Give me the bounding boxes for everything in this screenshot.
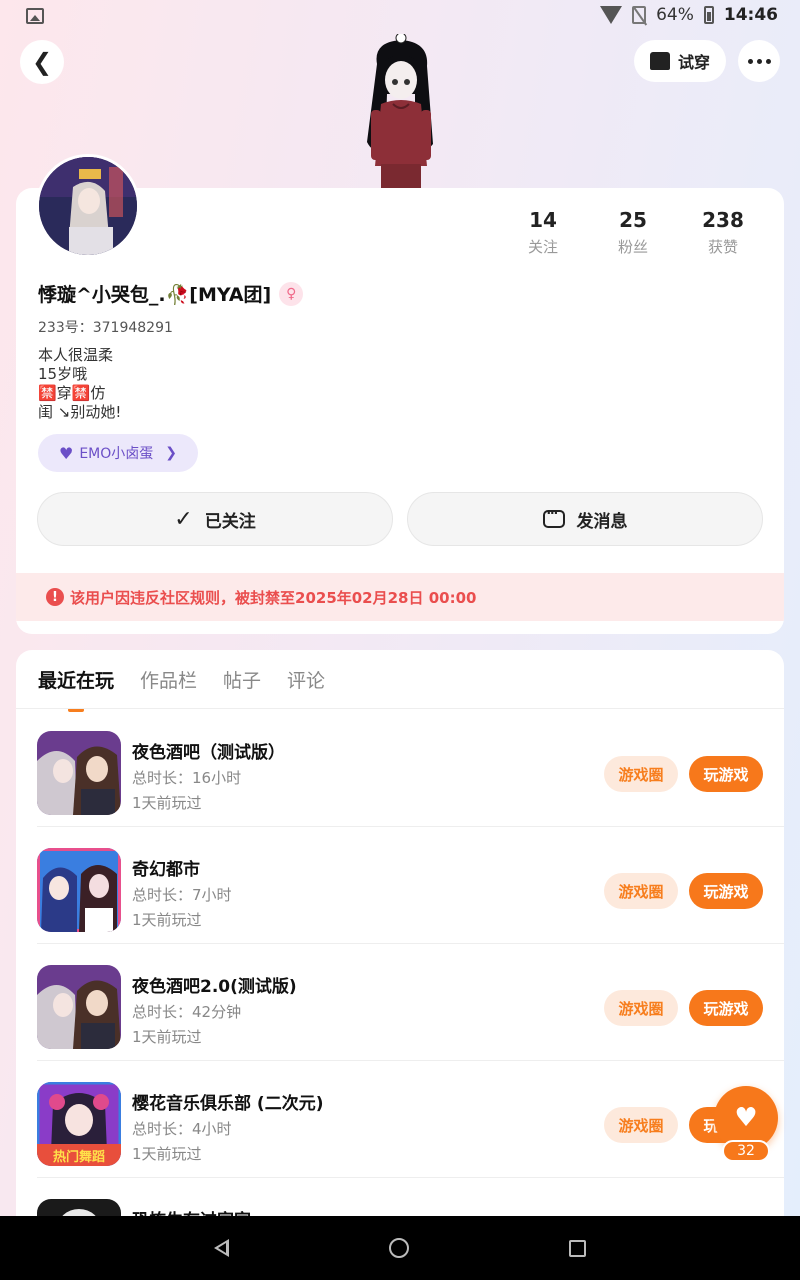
game-row[interactable]: 夜色酒吧2.0(测试版) 总时长：42分钟 1天前玩过 游戏圈 玩游戏 bbox=[16, 944, 784, 1061]
user-id: 233号：371948291 bbox=[38, 320, 173, 336]
game-row[interactable]: 热门舞蹈 樱花音乐俱乐部 (二次元) 总时长：4小时 1天前玩过 游戏圈 玩游戏 bbox=[16, 1061, 784, 1178]
back-button[interactable]: ❮ bbox=[20, 40, 64, 84]
game-icon[interactable] bbox=[37, 731, 121, 815]
bio-line: 本人很温柔 bbox=[38, 346, 114, 364]
game-last-played: 1天前玩过 bbox=[132, 794, 202, 812]
avatar[interactable] bbox=[36, 154, 140, 258]
battery-percent: 64% bbox=[656, 5, 694, 25]
stats-row: 14 关注 25 粉丝 238 获赞 bbox=[498, 208, 768, 257]
bio-line: 闺 ↘别动她! bbox=[38, 403, 122, 421]
alert-icon: ! bbox=[46, 588, 64, 606]
game-duration: 总时长：7小时 bbox=[132, 886, 232, 904]
chevron-right-icon: ❯ bbox=[165, 445, 178, 461]
game-circle-button[interactable]: 游戏圈 bbox=[604, 990, 678, 1026]
game-row[interactable]: 奇幻都市 总时长：7小时 1天前玩过 游戏圈 玩游戏 bbox=[16, 827, 784, 944]
stat-following[interactable]: 14 关注 bbox=[498, 208, 588, 257]
tab-posts[interactable]: 帖子 bbox=[223, 666, 261, 700]
game-icon[interactable] bbox=[37, 848, 121, 932]
game-last-played: 1天前玩过 bbox=[132, 1028, 202, 1046]
nav-home-icon[interactable] bbox=[389, 1238, 409, 1258]
no-sim-icon bbox=[632, 6, 647, 24]
game-title: 樱花音乐俱乐部 (二次元) bbox=[132, 1094, 324, 1114]
followed-label: 已关注 bbox=[204, 511, 256, 532]
game-circle-button[interactable]: 游戏圈 bbox=[604, 1107, 678, 1143]
game-duration: 总时长：42分钟 bbox=[132, 1003, 242, 1021]
game-circle-button[interactable]: 游戏圈 bbox=[604, 756, 678, 792]
status-bar: 64% 14:46 bbox=[0, 0, 800, 32]
like-count: 32 bbox=[722, 1140, 770, 1162]
nav-back-icon[interactable] bbox=[214, 1239, 229, 1257]
heart-icon: ♥ bbox=[58, 443, 74, 463]
try-on-button[interactable]: 试穿 bbox=[634, 40, 726, 82]
system-nav-bar bbox=[0, 1216, 800, 1280]
game-icon-caption: 热门舞蹈 bbox=[53, 1149, 105, 1165]
nav-recents-icon[interactable] bbox=[569, 1239, 586, 1257]
divider bbox=[16, 708, 784, 709]
tab-bar: 最近在玩 作品栏 帖子 评论 bbox=[38, 666, 325, 712]
stat-likes[interactable]: 238 获赞 bbox=[678, 208, 768, 257]
nickname: 悸璇^小哭包_.🥀[MYA团] bbox=[38, 284, 272, 306]
tab-comments[interactable]: 评论 bbox=[287, 666, 325, 700]
bio-line: 🈲穿🈲仿 bbox=[38, 384, 106, 402]
try-on-label: 试穿 bbox=[677, 53, 710, 72]
profile-card: 14 关注 25 粉丝 238 获赞 悸璇^小哭包_.🥀[MYA团] ♀ 233… bbox=[16, 188, 784, 634]
game-icon[interactable]: 热门舞蹈 bbox=[37, 1082, 121, 1166]
message-label: 发消息 bbox=[576, 511, 628, 532]
games-card: 最近在玩 作品栏 帖子 评论 夜色酒吧（测试版） 总时长：16小时 1天前玩过 … bbox=[16, 650, 784, 1250]
bio: 本人很温柔 15岁哦 🈲穿🈲仿 闺 ↘别动她! bbox=[38, 346, 121, 422]
game-title: 夜色酒吧2.0(测试版) bbox=[132, 977, 297, 997]
game-title: 奇幻都市 bbox=[132, 860, 200, 880]
battery-icon bbox=[703, 6, 714, 24]
wifi-icon bbox=[600, 6, 623, 24]
bio-line: 15岁哦 bbox=[38, 365, 88, 383]
ban-notice: ! 该用户因违反社区规则，被封禁至2025年02月28日 00:00 bbox=[16, 573, 784, 621]
message-button[interactable]: 发消息 bbox=[407, 492, 763, 546]
tag-chip[interactable]: ♥ EMO小卤蛋 ❯ bbox=[38, 434, 198, 472]
play-game-button[interactable]: 玩游戏 bbox=[689, 873, 763, 909]
heart-icon: ♥ bbox=[734, 1103, 758, 1133]
shirt-icon bbox=[649, 52, 670, 70]
game-last-played: 1天前玩过 bbox=[132, 1145, 202, 1163]
stat-fans[interactable]: 25 粉丝 bbox=[588, 208, 678, 257]
clock: 14:46 bbox=[723, 5, 778, 25]
game-row[interactable]: 夜色酒吧（测试版） 总时长：16小时 1天前玩过 游戏圈 玩游戏 bbox=[16, 710, 784, 827]
game-icon[interactable] bbox=[37, 965, 121, 1049]
game-circle-button[interactable]: 游戏圈 bbox=[604, 873, 678, 909]
check-icon: ✓ bbox=[174, 506, 193, 532]
game-duration: 总时长：16小时 bbox=[132, 769, 242, 787]
play-game-button[interactable]: 玩游戏 bbox=[689, 990, 763, 1026]
game-title: 夜色酒吧（测试版） bbox=[132, 743, 285, 763]
play-game-button[interactable]: 玩游戏 bbox=[689, 756, 763, 792]
message-icon bbox=[542, 506, 565, 528]
image-notification-icon bbox=[26, 8, 44, 24]
female-icon: ♀ bbox=[279, 281, 304, 306]
tag-label: EMO小卤蛋 bbox=[79, 446, 154, 462]
tab-recent[interactable]: 最近在玩 bbox=[38, 666, 114, 712]
nickname-row: 悸璇^小哭包_.🥀[MYA团] ♀ bbox=[38, 280, 304, 307]
chevron-left-icon: ❮ bbox=[31, 48, 53, 76]
avatar-figure[interactable] bbox=[355, 34, 447, 188]
game-duration: 总时长：4小时 bbox=[132, 1120, 232, 1138]
game-last-played: 1天前玩过 bbox=[132, 911, 202, 929]
ban-notice-text: 该用户因违反社区规则，被封禁至2025年02月28日 00:00 bbox=[70, 588, 477, 607]
followed-button[interactable]: ✓ 已关注 bbox=[37, 492, 393, 546]
more-button[interactable] bbox=[738, 40, 780, 82]
tab-works[interactable]: 作品栏 bbox=[140, 666, 197, 700]
